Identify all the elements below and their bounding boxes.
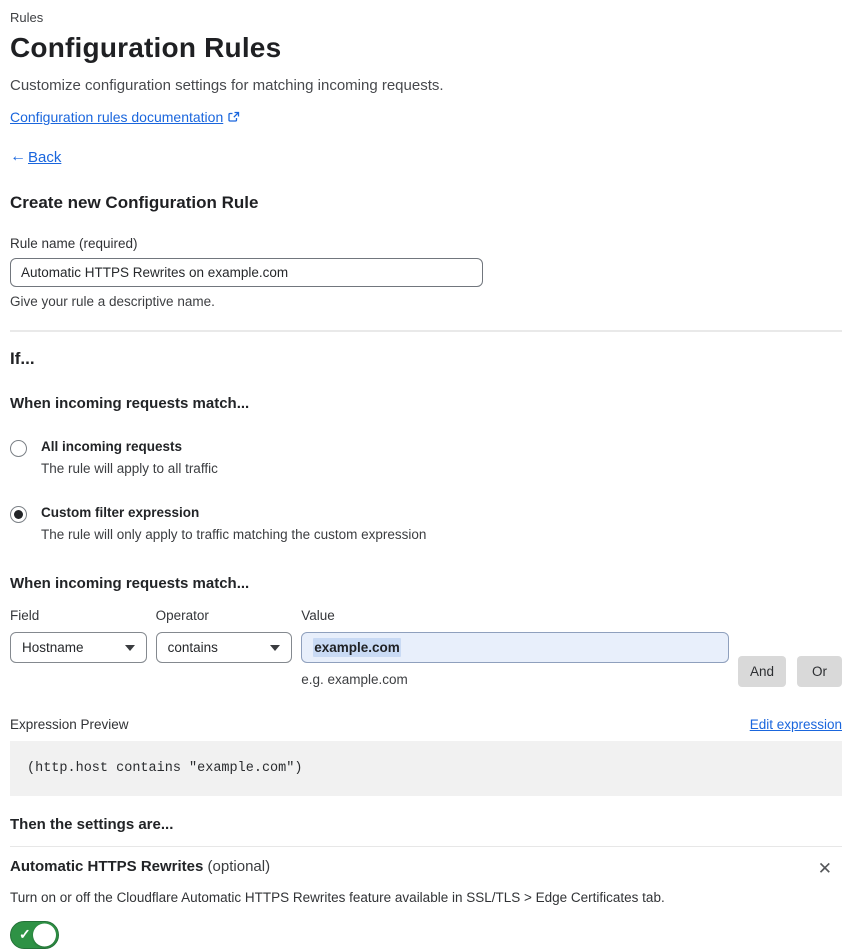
rule-name-input[interactable] bbox=[10, 258, 483, 287]
field-select-value: Hostname bbox=[22, 640, 84, 655]
value-label: Value bbox=[301, 608, 335, 623]
rule-name-label: Rule name (required) bbox=[10, 236, 138, 251]
setting-title: Automatic HTTPS Rewrites (optional) bbox=[10, 858, 270, 875]
radio-label: Custom filter expression bbox=[41, 505, 200, 520]
filter-match-heading: When incoming requests match... bbox=[10, 575, 250, 592]
radio-option-all-requests[interactable]: All incoming requests The rule will appl… bbox=[10, 439, 842, 476]
if-heading: If... bbox=[10, 349, 35, 368]
breadcrumb: Rules bbox=[10, 10, 44, 25]
setting-divider bbox=[10, 846, 842, 847]
toggle-knob[interactable] bbox=[33, 923, 56, 947]
value-input-text: example.com bbox=[313, 638, 401, 657]
edit-expression-link[interactable]: Edit expression bbox=[750, 717, 842, 732]
radio-selected-icon[interactable] bbox=[10, 506, 27, 523]
rule-name-helper: Give your rule a descriptive name. bbox=[10, 294, 215, 309]
chevron-down-icon bbox=[124, 644, 135, 651]
expression-preview-code: (http.host contains "example.com") bbox=[10, 741, 842, 796]
setting-title-optional: (optional) bbox=[203, 858, 271, 875]
documentation-link[interactable]: Configuration rules documentation bbox=[10, 109, 223, 125]
external-link-icon bbox=[228, 111, 240, 123]
value-input[interactable]: example.com bbox=[301, 632, 729, 663]
operator-label: Operator bbox=[155, 608, 209, 623]
radio-description: The rule will apply to all traffic bbox=[41, 461, 218, 476]
configuration-rules-page: Rules Configuration Rules Customize conf… bbox=[0, 0, 852, 949]
radio-description: The rule will only apply to traffic matc… bbox=[41, 527, 427, 542]
check-icon: ✓ bbox=[19, 926, 31, 943]
and-button[interactable]: And bbox=[737, 656, 787, 687]
radio-option-custom-filter[interactable]: Custom filter expression The rule will o… bbox=[10, 505, 842, 542]
filter-row: Field Hostname Operator contains Value e… bbox=[10, 608, 843, 687]
match-heading: When incoming requests match... bbox=[10, 395, 250, 412]
or-button[interactable]: Or bbox=[797, 656, 843, 687]
page-title: Configuration Rules bbox=[10, 32, 282, 63]
expression-preview-label: Expression Preview bbox=[10, 717, 129, 732]
expression-code-text: (http.host contains "example.com") bbox=[27, 761, 303, 776]
https-rewrites-toggle[interactable]: ✓ bbox=[10, 921, 59, 949]
field-select[interactable]: Hostname bbox=[10, 632, 147, 663]
back-link[interactable]: ← Back bbox=[10, 148, 842, 166]
setting-title-name: Automatic HTTPS Rewrites bbox=[10, 858, 204, 875]
then-heading: Then the settings are... bbox=[10, 816, 174, 833]
radio-unselected-icon[interactable] bbox=[10, 440, 27, 457]
section-divider bbox=[10, 330, 842, 332]
back-arrow-icon: ← bbox=[10, 148, 26, 165]
operator-select[interactable]: contains bbox=[155, 632, 293, 663]
radio-label: All incoming requests bbox=[41, 439, 183, 454]
value-helper: e.g. example.com bbox=[301, 672, 408, 687]
close-icon[interactable]: ✕ bbox=[814, 858, 836, 879]
chevron-down-icon bbox=[270, 644, 281, 651]
page-subtitle: Customize configuration settings for mat… bbox=[10, 77, 444, 94]
create-rule-heading: Create new Configuration Rule bbox=[10, 193, 259, 212]
back-link-label[interactable]: Back bbox=[28, 149, 61, 166]
operator-select-value: contains bbox=[167, 640, 218, 655]
setting-description: Turn on or off the Cloudflare Automatic … bbox=[10, 890, 665, 905]
field-label: Field bbox=[10, 608, 40, 623]
